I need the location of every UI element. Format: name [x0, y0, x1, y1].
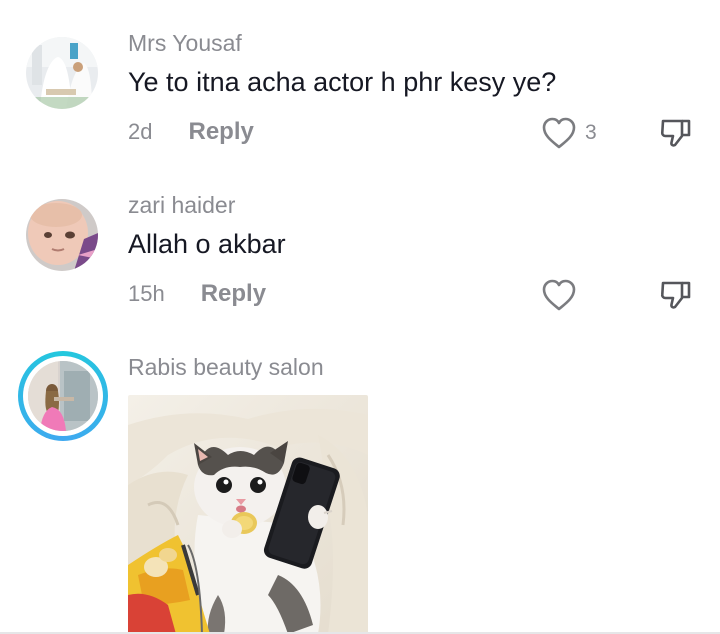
comment-time: 15h	[128, 281, 165, 306]
reply-button[interactable]: Reply	[188, 118, 253, 146]
avatar[interactable]	[26, 199, 98, 271]
comment-username[interactable]: Mrs Yousaf	[128, 30, 242, 57]
avatar-story-ring[interactable]	[18, 351, 108, 441]
comment-meta: 15h Reply	[128, 277, 266, 311]
dislike-button[interactable]	[658, 276, 694, 312]
comment-username[interactable]: Rabis beauty salon	[128, 354, 324, 381]
comment-meta: 2d Reply	[128, 115, 254, 149]
comment-text: Allah o akbar	[128, 229, 286, 259]
comment-time: 2d	[128, 119, 153, 144]
like-count: 3	[585, 121, 597, 144]
heart-icon	[542, 117, 576, 149]
like-button[interactable]	[541, 278, 585, 312]
dislike-button[interactable]	[658, 114, 694, 150]
comment-text: Ye to itna acha actor h phr kesy ye?	[128, 67, 557, 97]
dislike-icon	[660, 281, 691, 309]
dislike-icon	[660, 119, 691, 147]
avatar[interactable]	[26, 37, 98, 109]
like-button[interactable]: 3	[541, 116, 597, 150]
sticker-image[interactable]	[128, 395, 368, 634]
avatar	[28, 361, 98, 431]
reply-button[interactable]: Reply	[201, 280, 266, 308]
comment-username[interactable]: zari haider	[128, 192, 235, 219]
heart-icon	[542, 279, 576, 311]
